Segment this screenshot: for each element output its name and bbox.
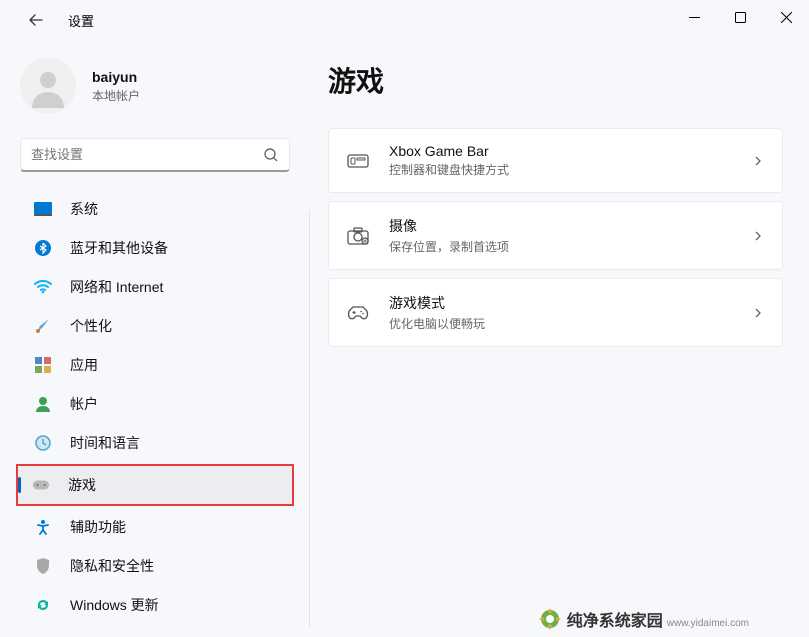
nav-label: Windows 更新 [70,595,159,615]
nav-system[interactable]: 系统 [20,190,290,228]
nav-apps[interactable]: 应用 [20,346,290,384]
card-title: 摄像 [389,216,752,236]
chevron-right-icon [752,155,764,167]
nav-label: 蓝牙和其他设备 [70,238,168,258]
nav-label: 系统 [70,199,98,219]
nav-privacy[interactable]: 隐私和安全性 [20,547,290,585]
minimize-button[interactable] [671,0,717,34]
update-icon [34,596,52,614]
maximize-button[interactable] [717,0,763,34]
clock-icon [34,434,52,452]
search-container [20,138,290,172]
nav-label: 个性化 [70,316,112,336]
apps-icon [34,356,52,374]
search-box[interactable] [20,138,290,172]
nav-label: 帐户 [70,394,98,414]
camera-icon [347,225,369,247]
card-game-mode[interactable]: 游戏模式 优化电脑以便畅玩 [328,278,783,347]
account-icon [34,395,52,413]
wifi-icon [34,278,52,296]
back-button[interactable] [20,4,52,36]
chevron-right-icon [752,307,764,319]
nav-label: 隐私和安全性 [70,556,154,576]
title-bar: 设置 [0,0,809,40]
close-button[interactable] [763,0,809,34]
bluetooth-icon [34,239,52,257]
watermark: 纯净系统家园 www.yidaimei.com [539,607,749,631]
avatar [20,58,76,114]
watermark-text: 纯净系统家园 [567,607,663,631]
nav-network[interactable]: 网络和 Internet [20,268,290,306]
user-subtitle: 本地帐户 [92,87,140,104]
watermark-url: www.yidaimei.com [667,618,749,629]
card-subtitle: 控制器和键盘快捷方式 [389,161,752,178]
gamepad-icon [32,476,50,494]
page-title: 游戏 [328,60,783,100]
person-icon [26,64,70,108]
close-icon [781,12,792,23]
watermark-logo-icon [539,608,561,630]
nav-label: 网络和 Internet [70,277,163,297]
xbox-bar-icon [347,150,369,172]
arrow-left-icon [28,12,44,28]
sidebar-divider [309,210,310,627]
card-title: 游戏模式 [389,293,752,313]
card-title: Xbox Game Bar [389,143,752,159]
main-area: 游戏 Xbox Game Bar 控制器和键盘快捷方式 摄像 保存位置，录制首选… [310,40,809,637]
highlight-annotation: 游戏 [16,464,294,506]
card-xbox-game-bar[interactable]: Xbox Game Bar 控制器和键盘快捷方式 [328,128,783,193]
user-name: baiyun [92,69,140,85]
brush-icon [34,317,52,335]
nav-label: 游戏 [68,475,96,495]
nav-list: 系统 蓝牙和其他设备 网络和 Internet 个性化 应用 帐户 [10,190,300,624]
card-subtitle: 保存位置，录制首选项 [389,238,752,255]
maximize-icon [735,12,746,23]
app-title: 设置 [68,11,94,30]
minimize-icon [689,12,700,23]
nav-bluetooth[interactable]: 蓝牙和其他设备 [20,229,290,267]
nav-gaming[interactable]: 游戏 [18,466,292,504]
nav-personalization[interactable]: 个性化 [20,307,290,345]
controller-icon [347,302,369,324]
nav-label: 辅助功能 [70,517,126,537]
chevron-right-icon [752,230,764,242]
nav-label: 时间和语言 [70,433,140,453]
search-input[interactable] [31,147,263,162]
sidebar: baiyun 本地帐户 系统 蓝牙和其他设备 网络和 Internet [0,40,310,637]
card-subtitle: 优化电脑以便畅玩 [389,315,752,332]
nav-time[interactable]: 时间和语言 [20,424,290,462]
nav-accounts[interactable]: 帐户 [20,385,290,423]
accessibility-icon [34,518,52,536]
system-icon [34,200,52,218]
user-block[interactable]: baiyun 本地帐户 [10,40,300,138]
nav-accessibility[interactable]: 辅助功能 [20,508,290,546]
shield-icon [34,557,52,575]
nav-update[interactable]: Windows 更新 [20,586,290,624]
search-icon [263,147,279,163]
nav-label: 应用 [70,355,98,375]
card-captures[interactable]: 摄像 保存位置，录制首选项 [328,201,783,270]
